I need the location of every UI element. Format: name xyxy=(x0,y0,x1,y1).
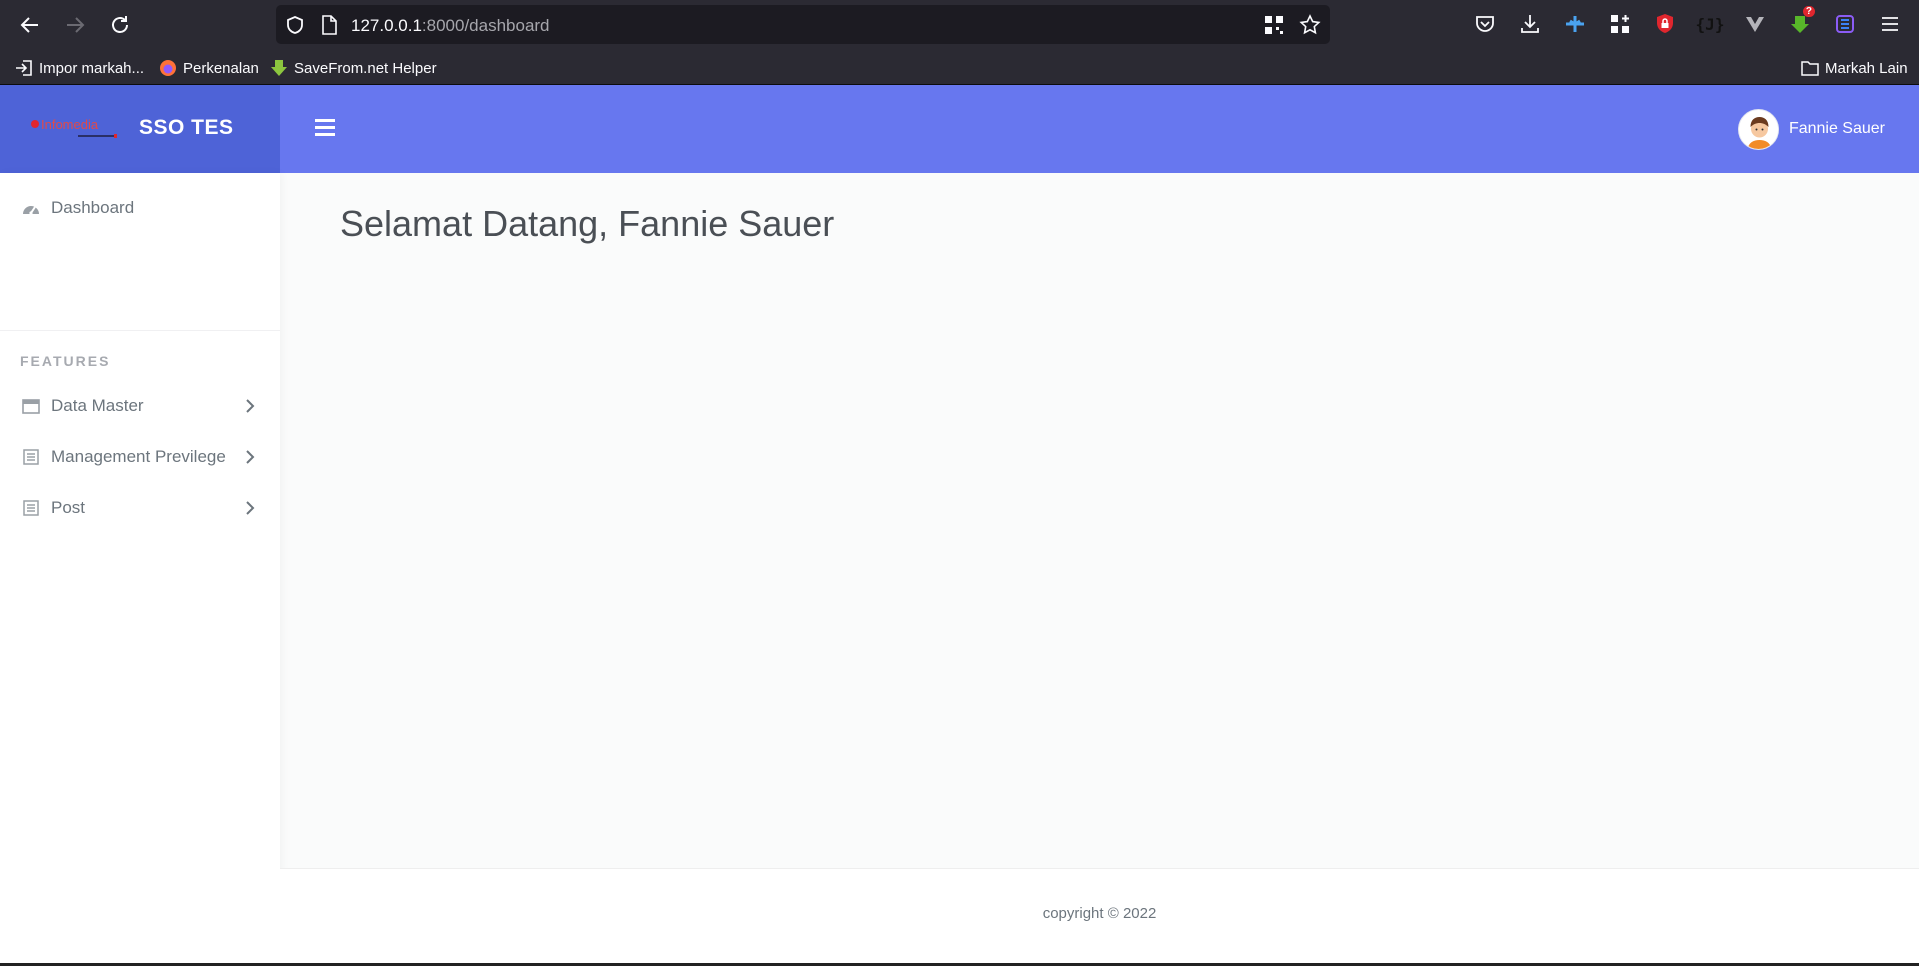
qr-code-icon[interactable] xyxy=(1263,14,1285,36)
other-bookmarks-label: Markah Lain xyxy=(1825,59,1908,77)
sidebar-item-management-previlege[interactable]: Management Previlege xyxy=(0,432,280,482)
folder-icon xyxy=(1801,61,1819,76)
chevron-right-icon xyxy=(246,399,255,413)
back-arrow-icon xyxy=(20,17,38,33)
user-name: Fannie Sauer xyxy=(1788,120,1885,137)
import-icon xyxy=(16,60,32,76)
bookmarks-bar: Impor markah... Perkenalan SaveFrom.net … xyxy=(0,50,1919,85)
bookmark-perkenalan[interactable]: Perkenalan xyxy=(159,58,259,78)
vivaldi-v-icon[interactable] xyxy=(1742,11,1768,37)
pocket-icon[interactable] xyxy=(1472,11,1498,37)
sidebar-item-label: Dashboard xyxy=(51,198,135,217)
main-content: Selamat Datang, Fannie Sauer xyxy=(280,173,1919,868)
brand-title[interactable]: SSO TES xyxy=(139,116,234,140)
list-alt-icon xyxy=(21,447,41,467)
user-dropdown[interactable]: Fannie Sauer xyxy=(1737,108,1885,150)
sidebar-divider xyxy=(0,330,280,331)
copyright-text: copyright © 2022 xyxy=(1042,905,1157,922)
brand-header[interactable]: Infomedia SSO TES xyxy=(0,85,280,173)
app-menu-icon[interactable] xyxy=(1877,11,1903,37)
url-text[interactable]: 127.0.0.1:8000/dashboard xyxy=(351,16,550,36)
address-bar[interactable]: 127.0.0.1:8000/dashboard xyxy=(276,5,1330,44)
plane-extension-icon[interactable] xyxy=(1562,11,1588,37)
sidebar-item-dashboard[interactable]: Dashboard xyxy=(0,183,280,233)
sidebar-item-data-master[interactable]: Data Master xyxy=(0,381,280,431)
forward-button[interactable] xyxy=(60,10,90,40)
firefox-icon xyxy=(160,60,176,76)
chevron-right-icon xyxy=(246,450,255,464)
infomedia-logo: Infomedia xyxy=(31,117,117,138)
bookmark-label: Impor markah... xyxy=(39,59,145,77)
savefrom-icon xyxy=(271,60,287,76)
page-title: Selamat Datang, Fannie Sauer xyxy=(340,203,835,244)
bookmark-label: SaveFrom.net Helper xyxy=(294,59,437,77)
sidebar-item-post[interactable]: Post xyxy=(0,483,280,533)
url-host: 127.0.0.1 xyxy=(351,16,422,35)
url-path: :8000/dashboard xyxy=(421,16,550,35)
reload-button[interactable] xyxy=(105,10,135,40)
lock-shield-extension-icon[interactable] xyxy=(1652,11,1678,37)
sidebar-item-label: Management Previlege xyxy=(51,447,226,466)
avatar xyxy=(1737,108,1779,150)
browser-toolbar: 127.0.0.1:8000/dashboard {J} ? xyxy=(0,0,1919,50)
color-extension-icon[interactable] xyxy=(1832,11,1858,37)
user-avatar-icon xyxy=(1739,110,1778,149)
shield-icon[interactable] xyxy=(284,14,306,36)
back-button[interactable] xyxy=(15,10,45,40)
footer: copyright © 2022 xyxy=(280,868,1919,963)
menu-section-header: FEATURES xyxy=(20,353,111,369)
sidebar-item-label: Post xyxy=(51,498,86,517)
forward-arrow-icon xyxy=(67,17,85,33)
star-bookmark-icon[interactable] xyxy=(1299,14,1321,36)
json-viewer-icon[interactable]: {J} xyxy=(1696,11,1725,37)
list-alt-icon xyxy=(21,498,41,518)
chevron-right-icon xyxy=(246,501,255,515)
reload-icon xyxy=(112,16,128,33)
savefrom-extension-icon[interactable]: ? xyxy=(1787,6,1815,37)
extensions-grid-icon[interactable] xyxy=(1607,11,1633,37)
notification-badge: ? xyxy=(1802,6,1815,17)
downloads-icon[interactable] xyxy=(1517,11,1543,37)
sidebar: Dashboard FEATURES Data Master Managemen… xyxy=(0,173,280,963)
window-icon xyxy=(21,396,41,416)
bookmark-savefrom[interactable]: SaveFrom.net Helper xyxy=(270,58,437,78)
top-navbar: Fannie Sauer xyxy=(280,85,1919,173)
speedometer-icon xyxy=(21,198,41,218)
logo-wordmark: Infomedia xyxy=(41,117,99,132)
bookmark-label: Perkenalan xyxy=(183,59,259,77)
sidebar-item-label: Data Master xyxy=(51,396,144,415)
bookmark-import[interactable]: Impor markah... xyxy=(15,58,144,78)
web-page: Infomedia SSO TES Fannie Sauer Dashboard… xyxy=(0,85,1919,963)
sidebar-toggle-button[interactable] xyxy=(315,119,335,137)
page-info-icon[interactable] xyxy=(318,14,340,36)
other-bookmarks-folder[interactable]: Markah Lain xyxy=(1801,58,1908,78)
